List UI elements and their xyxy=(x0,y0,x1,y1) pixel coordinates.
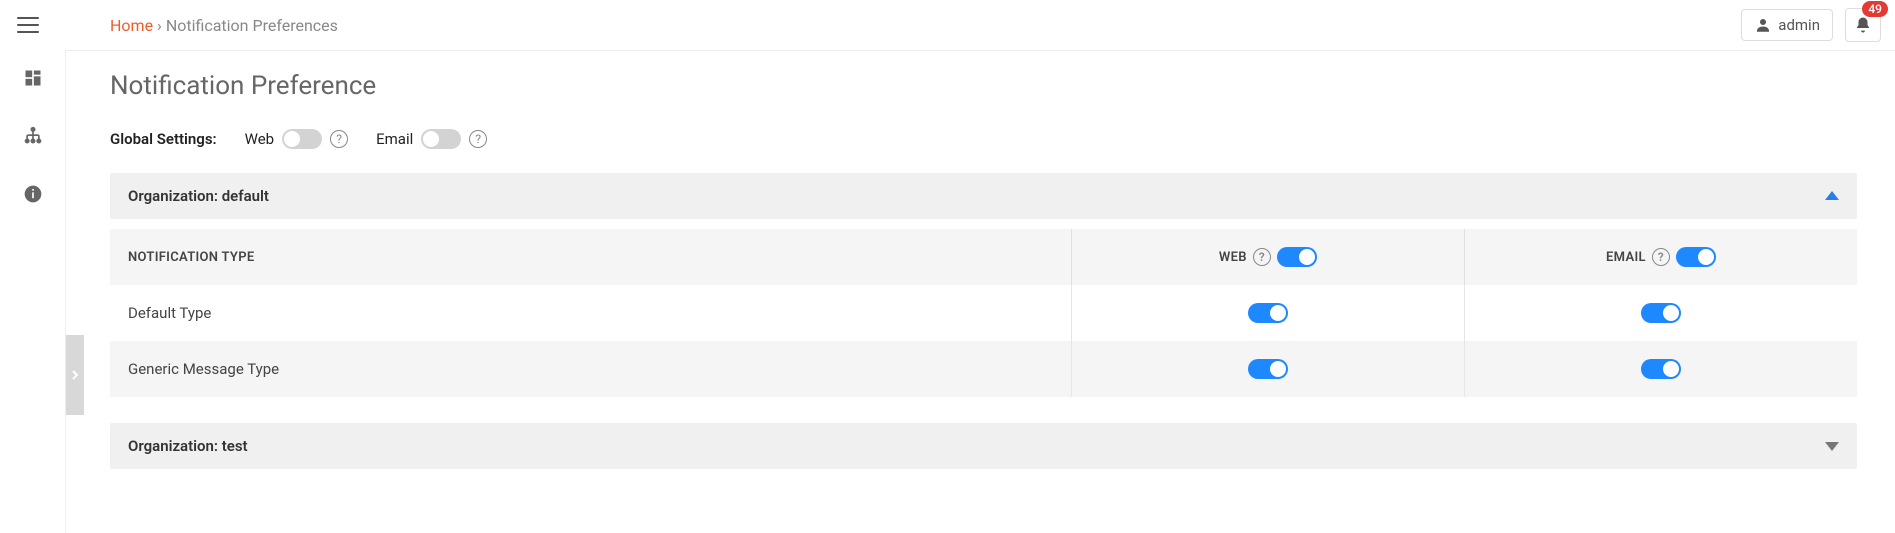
sidebar-item-dashboard[interactable] xyxy=(15,60,51,96)
chevron-up-icon xyxy=(1825,187,1839,205)
row-web-toggle[interactable] xyxy=(1248,359,1288,379)
col-header-web: WEB ? xyxy=(1071,229,1464,285)
table-row: Default Type xyxy=(110,285,1857,341)
user-name: admin xyxy=(1778,16,1820,34)
table-header-row: NOTIFICATION TYPE WEB ? EMAIL ? xyxy=(110,229,1857,285)
org-panel-header[interactable]: Organization: default xyxy=(110,173,1857,219)
notifications-button[interactable]: 49 xyxy=(1845,8,1881,42)
global-web-toggle[interactable] xyxy=(282,129,322,149)
breadcrumb-sep: › xyxy=(153,16,166,35)
notifications-badge: 49 xyxy=(1862,1,1888,17)
col-header-email: EMAIL ? xyxy=(1464,229,1857,285)
help-icon[interactable]: ? xyxy=(1652,248,1670,266)
breadcrumb-home[interactable]: Home xyxy=(110,16,153,35)
breadcrumb-current: Notification Preferences xyxy=(166,16,338,35)
org-panel-header[interactable]: Organization: test xyxy=(110,423,1857,469)
global-email-label: Email xyxy=(376,130,413,148)
org-panel-title: Organization: default xyxy=(128,187,269,205)
hierarchy-icon xyxy=(22,126,44,146)
user-icon xyxy=(1754,16,1772,34)
dashboard-icon xyxy=(23,68,43,88)
header-email-toggle[interactable] xyxy=(1676,247,1716,267)
row-type-label: Default Type xyxy=(110,304,1071,322)
info-icon xyxy=(23,184,43,204)
help-icon[interactable]: ? xyxy=(469,130,487,148)
col-header-type: NOTIFICATION TYPE xyxy=(110,250,1071,265)
page-title: Notification Preference xyxy=(110,71,1857,101)
org-panel-default: Organization: default NOTIFICATION TYPE … xyxy=(110,173,1857,397)
global-settings-row: Global Settings: Web ? Email ? xyxy=(110,129,1857,149)
header-web-toggle[interactable] xyxy=(1277,247,1317,267)
help-icon[interactable]: ? xyxy=(330,130,348,148)
global-settings-label: Global Settings: xyxy=(110,130,217,148)
sidebar-item-info[interactable] xyxy=(15,176,51,212)
global-email-toggle[interactable] xyxy=(421,129,461,149)
sidebar xyxy=(0,50,66,533)
org-panel-test: Organization: test xyxy=(110,423,1857,469)
chevron-down-icon xyxy=(1825,437,1839,455)
global-web-label: Web xyxy=(245,130,274,148)
org-panel-title: Organization: test xyxy=(128,437,248,455)
row-web-toggle[interactable] xyxy=(1248,303,1288,323)
help-icon[interactable]: ? xyxy=(1253,248,1271,266)
hamburger-icon xyxy=(17,16,39,34)
user-menu-button[interactable]: admin xyxy=(1741,9,1833,41)
menu-toggle-button[interactable] xyxy=(8,5,48,45)
row-type-label: Generic Message Type xyxy=(110,360,1071,378)
main-content: Notification Preference Global Settings:… xyxy=(66,50,1895,533)
row-email-toggle[interactable] xyxy=(1641,359,1681,379)
sidebar-item-topology[interactable] xyxy=(15,118,51,154)
table-row: Generic Message Type xyxy=(110,341,1857,397)
row-email-toggle[interactable] xyxy=(1641,303,1681,323)
bell-icon xyxy=(1854,15,1872,35)
breadcrumb: Home › Notification Preferences xyxy=(110,16,338,35)
